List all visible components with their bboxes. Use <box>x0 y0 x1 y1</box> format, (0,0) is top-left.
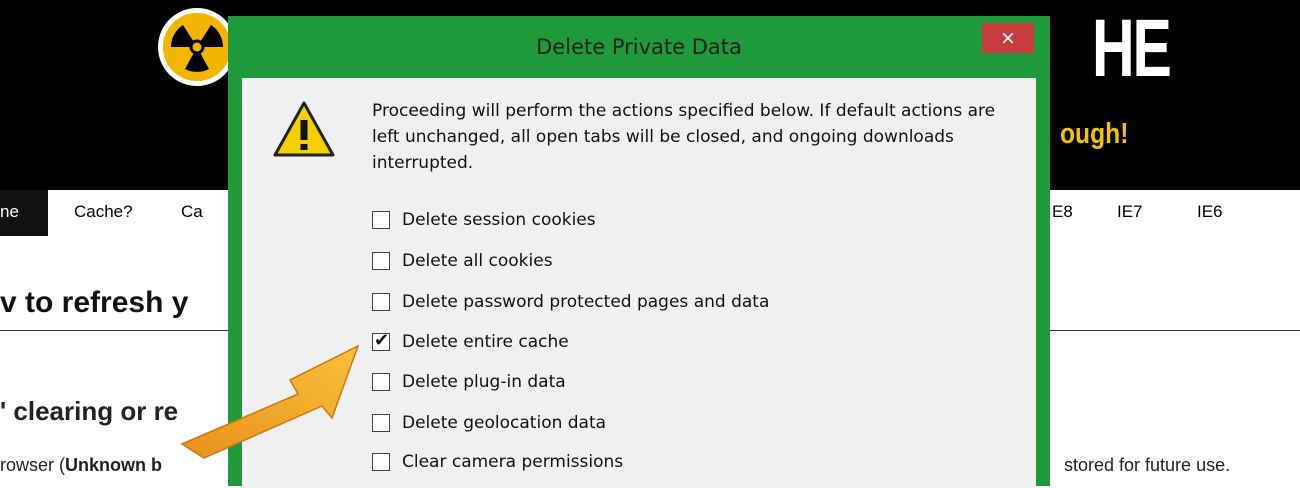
section-heading: ' clearing or re <box>0 396 179 426</box>
radiation-logo-icon <box>163 13 231 81</box>
close-button[interactable]: × <box>982 23 1034 53</box>
option-label: Delete plug-in data <box>402 372 566 392</box>
paragraph-text: rowser (Unknown b <box>0 455 162 476</box>
option-label: Delete geolocation data <box>402 413 607 433</box>
nav-item-home-label: ne <box>0 202 19 221</box>
option-label: Delete password protected pages and data <box>402 292 770 312</box>
checkbox[interactable] <box>372 293 390 311</box>
nav-item-ie7[interactable]: IE7 <box>1117 202 1143 222</box>
nav-item-ca[interactable]: Ca <box>181 202 203 222</box>
checkbox[interactable] <box>372 252 390 270</box>
nav-item-cache[interactable]: Cache? <box>74 202 133 222</box>
annotation-arrow-icon <box>180 344 360 459</box>
option-label: Delete entire cache <box>402 332 569 352</box>
paragraph-bold: Unknown b <box>65 455 163 475</box>
paragraph-end: stored for future use. <box>1064 455 1231 475</box>
nav-item-ie8[interactable]: E8 <box>1052 202 1073 222</box>
option-label: Delete session cookies <box>402 210 596 230</box>
dialog-title: Delete Private Data <box>536 35 742 59</box>
page-heading: v to refresh y <box>0 286 189 319</box>
site-title-fragment: HE <box>1092 3 1172 94</box>
warning-icon <box>273 101 335 157</box>
site-tagline: ough! <box>1060 118 1129 150</box>
nav-item-home[interactable]: ne <box>0 190 48 236</box>
checkbox[interactable] <box>372 211 390 229</box>
option-label: Clear camera permissions <box>402 452 624 472</box>
dialog-message: Proceeding will perform the actions spec… <box>372 101 996 173</box>
site-logo[interactable] <box>158 8 236 86</box>
nav-item-ie6[interactable]: IE6 <box>1197 202 1223 222</box>
option-label: Delete all cookies <box>402 251 553 271</box>
paragraph-start: rowser ( <box>0 455 66 475</box>
